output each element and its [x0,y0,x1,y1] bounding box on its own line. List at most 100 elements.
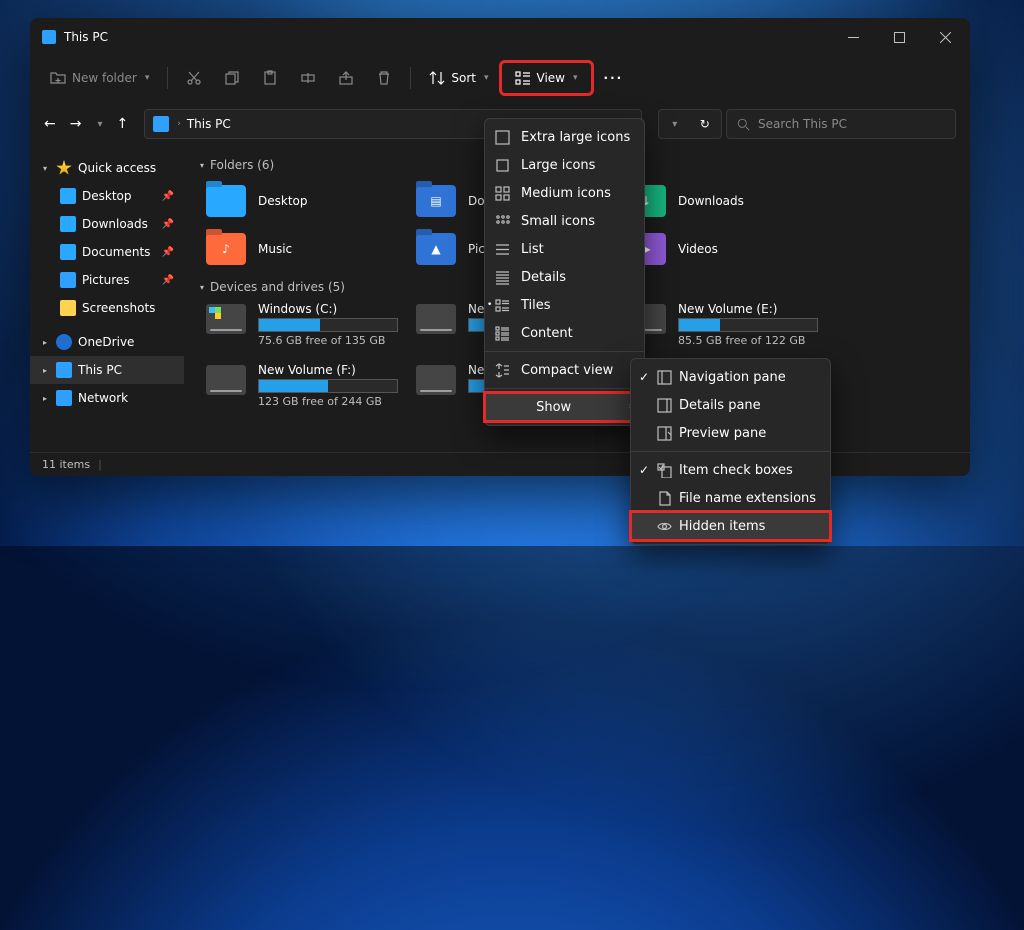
search-input[interactable]: Search This PC [726,109,956,139]
small-icons-icon [495,214,510,229]
up-button[interactable]: ↑ [117,116,129,132]
drive-icon [416,365,456,395]
maximize-button[interactable] [876,18,922,56]
capacity-bar [258,379,398,393]
paste-button[interactable] [252,62,288,94]
refresh-button[interactable]: ↻ [700,117,710,131]
folder-downloads[interactable]: ↓Downloads [620,180,830,222]
copy-button[interactable] [214,62,250,94]
downloads-icon [60,216,76,232]
capacity-bar [678,318,818,332]
view-menu: Extra large icons Large icons Medium ico… [484,118,645,426]
minimize-button[interactable] [830,18,876,56]
menu-item-large-icons[interactable]: Large icons [485,151,644,179]
forward-button[interactable]: → [70,116,82,132]
menu-item-details-pane[interactable]: Details pane [631,391,830,419]
menu-item-compact-view[interactable]: Compact view [485,356,644,384]
desktop-icon [60,188,76,204]
this-pc-icon [56,362,72,378]
chevron-down-icon: ▾ [484,73,489,83]
back-button[interactable]: ← [44,116,56,132]
menu-item-details[interactable]: Details [485,263,644,291]
search-icon [737,118,750,131]
paste-icon [262,70,278,86]
sidebar-item-quick-access[interactable]: ▾ Quick access [30,154,184,182]
menu-item-medium-icons[interactable]: Medium icons [485,179,644,207]
menu-item-list[interactable]: List [485,235,644,263]
drive-item[interactable]: New Volume (F:) 123 GB free of 244 GB [200,363,410,408]
menu-item-tiles[interactable]: •Tiles [485,291,644,319]
delete-icon [376,70,392,86]
menu-item-show[interactable]: Show › [485,393,644,421]
titlebar: This PC [30,18,970,56]
sidebar-item-screenshots[interactable]: Screenshots [30,294,184,322]
details-icon [495,270,510,285]
hidden-icon [657,519,672,534]
close-button[interactable] [922,18,968,56]
breadcrumb-location: This PC [187,117,231,131]
menu-item-navigation-pane[interactable]: ✓Navigation pane [631,363,830,391]
network-icon [56,390,72,406]
new-folder-button[interactable]: New folder ▾ [40,62,159,94]
this-pc-icon [42,30,56,44]
menu-item-content[interactable]: Content [485,319,644,347]
sidebar-item-onedrive[interactable]: ▸ OneDrive [30,328,184,356]
menu-item-small-icons[interactable]: Small icons [485,207,644,235]
show-submenu: ✓Navigation pane Details pane Preview pa… [630,358,831,545]
chevron-down-icon: ▾ [573,73,578,83]
delete-button[interactable] [366,62,402,94]
drive-item[interactable]: New Volume (E:) 85.5 GB free of 122 GB [620,302,830,347]
sidebar-item-desktop[interactable]: Desktop📌 [30,182,184,210]
menu-item-preview-pane[interactable]: Preview pane [631,419,830,447]
folder-icon: ▲ [416,233,456,265]
folder-desktop[interactable]: Desktop [200,180,410,222]
view-button[interactable]: View ▾ [501,62,592,94]
status-item-count: 11 items [42,458,90,471]
bullet-icon: • [487,300,492,310]
copy-icon [224,70,240,86]
extensions-icon [657,491,672,506]
sidebar-item-documents[interactable]: Documents📌 [30,238,184,266]
breadcrumb-dropdown[interactable]: ▾ [672,119,677,130]
cut-icon [186,70,202,86]
share-icon [338,70,354,86]
check-icon: ✓ [639,463,649,477]
details-pane-icon [657,398,672,413]
list-icon [495,242,510,257]
command-bar: New folder ▾ Sort ▾ View ▾ ··· [30,56,970,100]
share-button[interactable] [328,62,364,94]
sidebar-item-network[interactable]: ▸ Network [30,384,184,412]
menu-item-file-name-extensions[interactable]: File name extensions [631,484,830,512]
folder-icon: ♪ [206,233,246,265]
cut-button[interactable] [176,62,212,94]
folder-icon [206,185,246,217]
more-button[interactable]: ··· [594,62,634,94]
folder-icon: ▤ [416,185,456,217]
sidebar-item-downloads[interactable]: Downloads📌 [30,210,184,238]
sort-button[interactable]: Sort ▾ [419,62,498,94]
collapse-icon: ▾ [40,164,50,173]
pin-icon: 📌 [162,247,174,258]
menu-item-hidden-items[interactable]: Hidden items [631,512,830,540]
onedrive-icon [56,334,72,350]
folder-videos[interactable]: ▶Videos [620,228,830,270]
collapse-icon: ▾ [200,161,204,170]
drive-item[interactable]: Windows (C:) 75.6 GB free of 135 GB [200,302,410,347]
medium-icons-icon [495,186,510,201]
folder-icon [60,300,76,316]
window-title: This PC [64,30,108,44]
recent-locations-button[interactable]: ▾ [97,119,102,130]
sidebar-item-this-pc[interactable]: ▸ This PC [30,356,184,384]
sidebar-item-pictures[interactable]: Pictures📌 [30,266,184,294]
documents-icon [60,244,76,260]
this-pc-icon [153,116,169,132]
menu-item-item-check-boxes[interactable]: ✓Item check boxes [631,456,830,484]
xl-icons-icon [495,130,510,145]
folder-music[interactable]: ♪Music [200,228,410,270]
rename-button[interactable] [290,62,326,94]
sort-icon [429,70,445,86]
file-explorer-window: This PC New folder ▾ Sort ▾ View ▾ ··· [30,18,970,476]
tiles-icon [495,298,510,313]
menu-item-extra-large-icons[interactable]: Extra large icons [485,123,644,151]
checkboxes-icon [657,463,672,478]
